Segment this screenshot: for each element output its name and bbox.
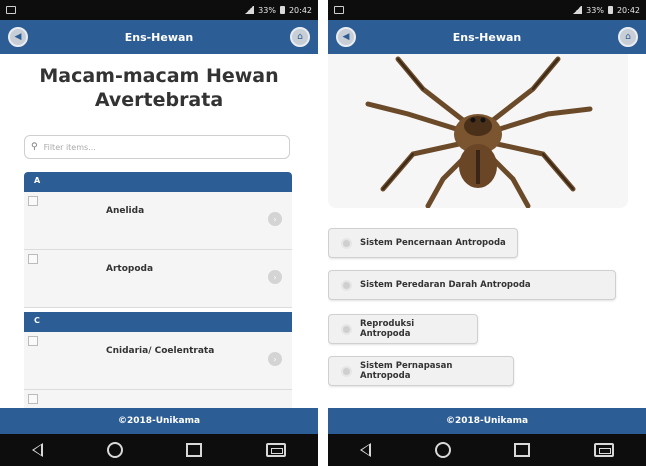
list-item[interactable]: Artopoda ›: [24, 250, 292, 308]
nav-back-icon[interactable]: [31, 443, 43, 457]
home-button[interactable]: ⌂: [290, 27, 310, 47]
android-nav-bar: [328, 434, 646, 466]
spider-illustration: [328, 54, 628, 208]
android-nav-bar: [0, 434, 318, 466]
app-header: ◀ Ens-Hewan ⌂: [0, 20, 318, 54]
signal-icon: [244, 6, 255, 14]
topic-button[interactable]: Reproduksi Antropoda: [328, 314, 478, 344]
list-divider: A: [24, 172, 292, 192]
nav-recent-icon[interactable]: [186, 443, 203, 457]
radio-icon: [341, 237, 352, 249]
clock: 20:42: [616, 5, 640, 15]
filter-input[interactable]: ⚲ Filter items...: [24, 135, 290, 159]
chevron-right-icon: ›: [268, 270, 282, 284]
back-button[interactable]: ◀: [336, 27, 356, 47]
back-button[interactable]: ◀: [8, 27, 28, 47]
home-circle-icon: ⌂: [625, 31, 631, 42]
clock: 20:42: [288, 5, 312, 15]
radio-icon: [341, 279, 352, 291]
signal-icon: [572, 6, 583, 14]
back-circle-icon: ◀: [14, 31, 22, 42]
broken-image-icon: [28, 196, 38, 206]
app-header: ◀ Ens-Hewan ⌂: [328, 20, 646, 54]
page-title: Macam-macam Hewan Avertebrata: [39, 65, 279, 111]
nav-menu-icon[interactable]: [594, 443, 615, 457]
topic-label: Sistem Pencernaan Antropoda: [360, 238, 506, 248]
footer: ©2018-Unikama: [0, 408, 318, 434]
list-item-label: Anelida: [106, 206, 145, 216]
topic-label: Sistem Peredaran Darah Antropoda: [360, 280, 531, 290]
notification-icon: [6, 6, 16, 14]
header-title: Ens-Hewan: [452, 30, 522, 44]
spider-image: [328, 54, 628, 208]
chevron-right-icon: ›: [268, 352, 282, 366]
footer: ©2018-Unikama: [328, 408, 646, 434]
radio-icon: [341, 323, 352, 335]
nav-back-icon[interactable]: [359, 443, 371, 457]
home-circle-icon: ⌂: [297, 31, 303, 42]
animal-list: A Anelida › Artopoda › C Cnidaria/ Coele…: [24, 172, 292, 412]
status-bar: 33% 20:42: [0, 0, 318, 20]
list-item[interactable]: Cnidaria/ Coelentrata ›: [24, 332, 292, 390]
nav-home-icon[interactable]: [434, 442, 451, 458]
home-button[interactable]: ⌂: [618, 27, 638, 47]
broken-image-icon: [28, 394, 38, 404]
battery-icon: [607, 6, 613, 14]
broken-image-icon: [28, 254, 38, 264]
list-item-label: Artopoda: [106, 264, 154, 274]
list-divider: C: [24, 312, 292, 332]
status-bar: 33% 20:42: [328, 0, 646, 20]
topic-button[interactable]: Sistem Pencernaan Antropoda: [328, 228, 518, 258]
nav-recent-icon[interactable]: [514, 443, 531, 457]
filter-placeholder: Filter items...: [43, 142, 96, 152]
left-screen: 33% 20:42 ◀ Ens-Hewan ⌂ Macam-macam Hewa…: [0, 0, 318, 466]
chevron-right-icon: ›: [268, 212, 282, 226]
list-item-label: Cnidaria/ Coelentrata: [106, 346, 215, 356]
nav-home-icon[interactable]: [106, 442, 123, 458]
list-item[interactable]: Anelida ›: [24, 192, 292, 250]
right-screen: 33% 20:42 ◀ Ens-Hewan ⌂ Sistem Pencernaa…: [328, 0, 646, 466]
topic-label: Reproduksi Antropoda: [360, 319, 415, 339]
nav-menu-icon[interactable]: [266, 443, 287, 457]
back-circle-icon: ◀: [342, 31, 350, 42]
topic-label: Sistem Pernapasan Antropoda: [360, 361, 453, 381]
radio-icon: [341, 365, 352, 377]
search-icon: ⚲: [31, 142, 38, 152]
topic-button[interactable]: Sistem Peredaran Darah Antropoda: [328, 270, 616, 300]
topic-button[interactable]: Sistem Pernapasan Antropoda: [328, 356, 514, 386]
battery-percent: 33%: [586, 5, 604, 15]
battery-icon: [279, 6, 285, 14]
battery-percent: 33%: [258, 5, 276, 15]
header-title: Ens-Hewan: [124, 30, 194, 44]
notification-icon: [334, 6, 344, 14]
broken-image-icon: [28, 336, 38, 346]
